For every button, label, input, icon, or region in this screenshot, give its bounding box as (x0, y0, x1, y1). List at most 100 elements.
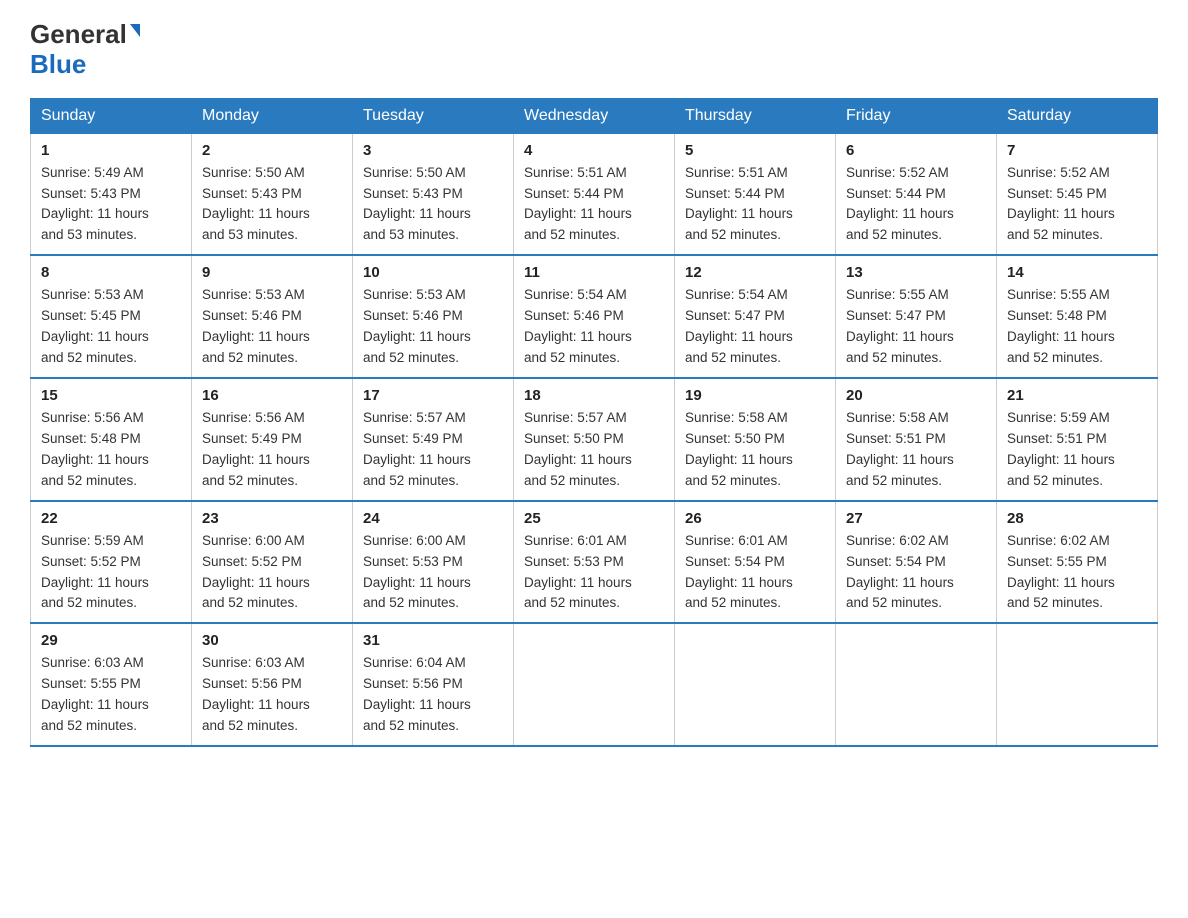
day-info: Sunrise: 6:02 AM Sunset: 5:54 PM Dayligh… (846, 531, 986, 615)
calendar-day-cell (836, 623, 997, 746)
day-info: Sunrise: 5:54 AM Sunset: 5:47 PM Dayligh… (685, 285, 825, 369)
day-info: Sunrise: 6:01 AM Sunset: 5:53 PM Dayligh… (524, 531, 664, 615)
calendar-week-row: 1 Sunrise: 5:49 AM Sunset: 5:43 PM Dayli… (31, 133, 1158, 255)
day-info: Sunrise: 5:53 AM Sunset: 5:46 PM Dayligh… (202, 285, 342, 369)
day-info: Sunrise: 5:52 AM Sunset: 5:44 PM Dayligh… (846, 163, 986, 247)
day-number: 27 (846, 510, 986, 527)
logo: General Blue (30, 20, 140, 80)
calendar-day-cell: 18 Sunrise: 5:57 AM Sunset: 5:50 PM Dayl… (514, 378, 675, 501)
day-number: 3 (363, 142, 503, 159)
day-info: Sunrise: 5:58 AM Sunset: 5:50 PM Dayligh… (685, 408, 825, 492)
weekday-header-cell: Sunday (31, 98, 192, 133)
day-number: 2 (202, 142, 342, 159)
day-info: Sunrise: 6:00 AM Sunset: 5:52 PM Dayligh… (202, 531, 342, 615)
day-info: Sunrise: 6:02 AM Sunset: 5:55 PM Dayligh… (1007, 531, 1147, 615)
day-info: Sunrise: 5:50 AM Sunset: 5:43 PM Dayligh… (202, 163, 342, 247)
day-number: 20 (846, 387, 986, 404)
weekday-header-cell: Saturday (997, 98, 1158, 133)
weekday-header-cell: Friday (836, 98, 997, 133)
logo-blue-text: Blue (30, 49, 86, 80)
day-info: Sunrise: 6:01 AM Sunset: 5:54 PM Dayligh… (685, 531, 825, 615)
day-number: 6 (846, 142, 986, 159)
day-info: Sunrise: 6:03 AM Sunset: 5:56 PM Dayligh… (202, 653, 342, 737)
calendar-day-cell: 13 Sunrise: 5:55 AM Sunset: 5:47 PM Dayl… (836, 255, 997, 378)
day-info: Sunrise: 5:49 AM Sunset: 5:43 PM Dayligh… (41, 163, 181, 247)
day-info: Sunrise: 5:54 AM Sunset: 5:46 PM Dayligh… (524, 285, 664, 369)
calendar-day-cell: 25 Sunrise: 6:01 AM Sunset: 5:53 PM Dayl… (514, 501, 675, 624)
calendar-day-cell: 20 Sunrise: 5:58 AM Sunset: 5:51 PM Dayl… (836, 378, 997, 501)
calendar-table: SundayMondayTuesdayWednesdayThursdayFrid… (30, 98, 1158, 747)
calendar-day-cell: 27 Sunrise: 6:02 AM Sunset: 5:54 PM Dayl… (836, 501, 997, 624)
day-number: 16 (202, 387, 342, 404)
day-number: 31 (363, 632, 503, 649)
calendar-day-cell: 24 Sunrise: 6:00 AM Sunset: 5:53 PM Dayl… (353, 501, 514, 624)
day-info: Sunrise: 6:04 AM Sunset: 5:56 PM Dayligh… (363, 653, 503, 737)
calendar-day-cell: 26 Sunrise: 6:01 AM Sunset: 5:54 PM Dayl… (675, 501, 836, 624)
day-number: 7 (1007, 142, 1147, 159)
day-info: Sunrise: 5:51 AM Sunset: 5:44 PM Dayligh… (524, 163, 664, 247)
calendar-day-cell: 16 Sunrise: 5:56 AM Sunset: 5:49 PM Dayl… (192, 378, 353, 501)
day-number: 17 (363, 387, 503, 404)
day-number: 22 (41, 510, 181, 527)
day-info: Sunrise: 6:00 AM Sunset: 5:53 PM Dayligh… (363, 531, 503, 615)
weekday-header-cell: Monday (192, 98, 353, 133)
day-number: 25 (524, 510, 664, 527)
day-number: 23 (202, 510, 342, 527)
day-info: Sunrise: 5:50 AM Sunset: 5:43 PM Dayligh… (363, 163, 503, 247)
calendar-week-row: 8 Sunrise: 5:53 AM Sunset: 5:45 PM Dayli… (31, 255, 1158, 378)
day-number: 26 (685, 510, 825, 527)
day-number: 18 (524, 387, 664, 404)
day-number: 12 (685, 264, 825, 281)
day-info: Sunrise: 5:58 AM Sunset: 5:51 PM Dayligh… (846, 408, 986, 492)
calendar-day-cell: 23 Sunrise: 6:00 AM Sunset: 5:52 PM Dayl… (192, 501, 353, 624)
calendar-day-cell: 7 Sunrise: 5:52 AM Sunset: 5:45 PM Dayli… (997, 133, 1158, 255)
calendar-day-cell: 15 Sunrise: 5:56 AM Sunset: 5:48 PM Dayl… (31, 378, 192, 501)
day-number: 4 (524, 142, 664, 159)
day-info: Sunrise: 5:57 AM Sunset: 5:50 PM Dayligh… (524, 408, 664, 492)
calendar-day-cell: 6 Sunrise: 5:52 AM Sunset: 5:44 PM Dayli… (836, 133, 997, 255)
day-number: 11 (524, 264, 664, 281)
day-info: Sunrise: 5:56 AM Sunset: 5:49 PM Dayligh… (202, 408, 342, 492)
calendar-day-cell (997, 623, 1158, 746)
day-number: 9 (202, 264, 342, 281)
calendar-body: 1 Sunrise: 5:49 AM Sunset: 5:43 PM Dayli… (31, 133, 1158, 746)
weekday-header-cell: Tuesday (353, 98, 514, 133)
calendar-day-cell: 31 Sunrise: 6:04 AM Sunset: 5:56 PM Dayl… (353, 623, 514, 746)
calendar-day-cell (514, 623, 675, 746)
calendar-day-cell (675, 623, 836, 746)
calendar-day-cell: 10 Sunrise: 5:53 AM Sunset: 5:46 PM Dayl… (353, 255, 514, 378)
day-info: Sunrise: 5:56 AM Sunset: 5:48 PM Dayligh… (41, 408, 181, 492)
day-number: 5 (685, 142, 825, 159)
day-number: 1 (41, 142, 181, 159)
calendar-day-cell: 9 Sunrise: 5:53 AM Sunset: 5:46 PM Dayli… (192, 255, 353, 378)
day-number: 29 (41, 632, 181, 649)
day-number: 28 (1007, 510, 1147, 527)
calendar-day-cell: 4 Sunrise: 5:51 AM Sunset: 5:44 PM Dayli… (514, 133, 675, 255)
day-info: Sunrise: 6:03 AM Sunset: 5:55 PM Dayligh… (41, 653, 181, 737)
weekday-header-row: SundayMondayTuesdayWednesdayThursdayFrid… (31, 98, 1158, 133)
calendar-day-cell: 11 Sunrise: 5:54 AM Sunset: 5:46 PM Dayl… (514, 255, 675, 378)
day-number: 30 (202, 632, 342, 649)
calendar-day-cell: 17 Sunrise: 5:57 AM Sunset: 5:49 PM Dayl… (353, 378, 514, 501)
logo-general-text: General (30, 20, 140, 49)
day-info: Sunrise: 5:59 AM Sunset: 5:51 PM Dayligh… (1007, 408, 1147, 492)
calendar-day-cell: 12 Sunrise: 5:54 AM Sunset: 5:47 PM Dayl… (675, 255, 836, 378)
weekday-header-cell: Thursday (675, 98, 836, 133)
calendar-day-cell: 21 Sunrise: 5:59 AM Sunset: 5:51 PM Dayl… (997, 378, 1158, 501)
day-number: 19 (685, 387, 825, 404)
day-number: 10 (363, 264, 503, 281)
day-number: 14 (1007, 264, 1147, 281)
calendar-day-cell: 14 Sunrise: 5:55 AM Sunset: 5:48 PM Dayl… (997, 255, 1158, 378)
day-number: 8 (41, 264, 181, 281)
day-number: 15 (41, 387, 181, 404)
day-info: Sunrise: 5:57 AM Sunset: 5:49 PM Dayligh… (363, 408, 503, 492)
calendar-day-cell: 8 Sunrise: 5:53 AM Sunset: 5:45 PM Dayli… (31, 255, 192, 378)
calendar-day-cell: 3 Sunrise: 5:50 AM Sunset: 5:43 PM Dayli… (353, 133, 514, 255)
calendar-week-row: 29 Sunrise: 6:03 AM Sunset: 5:55 PM Dayl… (31, 623, 1158, 746)
calendar-day-cell: 19 Sunrise: 5:58 AM Sunset: 5:50 PM Dayl… (675, 378, 836, 501)
calendar-week-row: 15 Sunrise: 5:56 AM Sunset: 5:48 PM Dayl… (31, 378, 1158, 501)
calendar-day-cell: 29 Sunrise: 6:03 AM Sunset: 5:55 PM Dayl… (31, 623, 192, 746)
calendar-day-cell: 30 Sunrise: 6:03 AM Sunset: 5:56 PM Dayl… (192, 623, 353, 746)
day-info: Sunrise: 5:52 AM Sunset: 5:45 PM Dayligh… (1007, 163, 1147, 247)
calendar-day-cell: 28 Sunrise: 6:02 AM Sunset: 5:55 PM Dayl… (997, 501, 1158, 624)
